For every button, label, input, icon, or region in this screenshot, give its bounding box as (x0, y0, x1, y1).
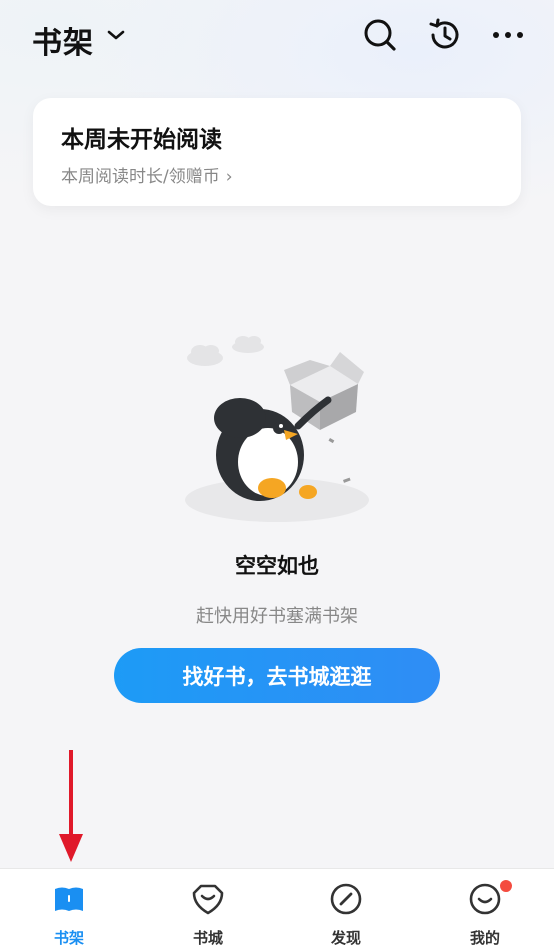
profile-icon (469, 883, 501, 915)
search-icon[interactable] (362, 17, 398, 53)
tab-label: 书城 (192, 929, 223, 947)
penguin-icon (214, 396, 332, 501)
bookshelf-icon (55, 887, 83, 911)
tab-label: 我的 (469, 929, 500, 947)
reading-status-title: 本周未开始阅读 (61, 127, 222, 153)
bookstore-icon (192, 884, 224, 915)
bottom-tab-bar: 书架 书城 发现 我的 (0, 868, 554, 952)
tab-label: 书架 (53, 929, 84, 947)
tab-bookshelf[interactable]: 书架 (14, 869, 124, 952)
annotation-arrow-icon (59, 750, 83, 862)
go-to-bookstore-button[interactable]: 找好书，去书城逛逛 (114, 648, 440, 703)
reading-time-link[interactable]: 本周阅读时长/领赠币 › (61, 162, 233, 187)
tab-bookstore[interactable]: 书城 (153, 869, 263, 952)
header: 书架 (0, 0, 554, 80)
weekly-reading-card[interactable]: 本周未开始阅读 本周阅读时长/领赠币 › (33, 98, 521, 206)
reading-time-label: 本周阅读时长/领赠币 (61, 167, 220, 187)
history-icon[interactable] (427, 17, 463, 53)
more-icon[interactable] (490, 17, 526, 53)
box-icon (284, 352, 364, 430)
tab-label: 发现 (330, 929, 361, 947)
empty-shelf-illustration (185, 336, 369, 522)
tab-profile[interactable]: 我的 (430, 869, 540, 952)
tab-discover[interactable]: 发现 (291, 869, 401, 952)
page-title[interactable]: 书架 (32, 18, 94, 62)
chevron-down-icon[interactable] (106, 28, 126, 42)
empty-state-subtitle: 赶快用好书塞满书架 (196, 606, 358, 627)
empty-state-title: 空空如也 (235, 554, 319, 578)
cloud-icon (187, 336, 264, 366)
notification-badge (500, 880, 512, 892)
chevron-right-icon: › (225, 167, 233, 187)
discover-icon (330, 883, 362, 915)
